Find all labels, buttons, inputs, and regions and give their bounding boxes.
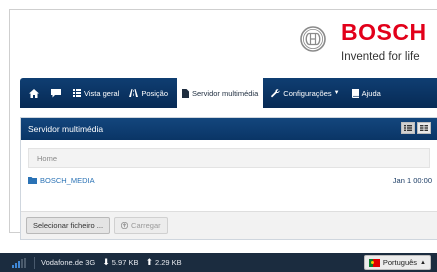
list-view-button[interactable] bbox=[401, 122, 415, 134]
upload-icon bbox=[121, 222, 129, 229]
grid-view-icon bbox=[420, 125, 428, 131]
brand-name: BOSCH bbox=[341, 19, 427, 45]
nav-home[interactable] bbox=[24, 78, 46, 108]
view-toggle bbox=[399, 122, 431, 134]
nav-help-label: Ajuda bbox=[361, 88, 381, 98]
nav-media-server-label: Servidor multimédia bbox=[192, 88, 259, 98]
upload-value: 2.29 KB bbox=[155, 258, 182, 267]
home-icon bbox=[28, 88, 39, 98]
nav-overview-label: Vista geral bbox=[84, 88, 120, 98]
language-label: Português bbox=[382, 258, 418, 267]
upload-button[interactable]: Carregar bbox=[114, 217, 168, 234]
upload-label: Carregar bbox=[131, 221, 161, 230]
upload-stat: ⬆ 2.29 KB bbox=[145, 257, 181, 268]
grid-icon bbox=[73, 89, 81, 97]
panel-footer: Selecionar ficheiro ... Carregar bbox=[21, 211, 437, 239]
nav-help[interactable]: Ajuda bbox=[347, 78, 386, 108]
chevron-down-icon: ▼ bbox=[333, 90, 340, 96]
arrow-down-icon: ⬇ bbox=[102, 257, 110, 267]
grid-view-button[interactable] bbox=[417, 122, 431, 134]
status-bar: Vodafone.de 3G ⬇ 5.97 KB ⬆ 2.29 KB Portu… bbox=[0, 253, 437, 272]
panel-heading: Servidor multimédia bbox=[21, 118, 437, 140]
select-file-button[interactable]: Selecionar ficheiro ... bbox=[26, 217, 111, 234]
network-name-label: Vodafone.de 3G bbox=[41, 258, 96, 267]
brand-tagline: Invented for life bbox=[341, 51, 420, 63]
road-icon bbox=[129, 89, 139, 97]
book-icon bbox=[351, 88, 359, 98]
wrench-icon bbox=[271, 88, 280, 97]
tab-media-server[interactable]: Servidor multimédia bbox=[177, 78, 264, 108]
status-divider bbox=[34, 256, 35, 269]
header: BOSCH Invented for life bbox=[10, 10, 437, 75]
chevron-up-icon: ▲ bbox=[420, 259, 426, 266]
breadcrumb: Home bbox=[28, 148, 430, 168]
nav-settings[interactable]: Configurações ▼ bbox=[266, 78, 344, 108]
panel-title: Servidor multimédia bbox=[28, 124, 104, 134]
download-value: 5.97 KB bbox=[111, 258, 139, 267]
nav-settings-label: Configurações bbox=[283, 88, 332, 98]
main-nav: Vista geral Posição Servidor multimédia … bbox=[20, 78, 437, 108]
chat-icon bbox=[50, 88, 61, 97]
nav-overview[interactable]: Vista geral bbox=[68, 78, 124, 108]
language-select[interactable]: Português ▲ bbox=[363, 255, 431, 270]
signal-strength-icon bbox=[12, 257, 27, 268]
list-view-icon bbox=[404, 125, 412, 131]
folder-icon bbox=[28, 177, 37, 184]
download-stat: ⬇ 5.97 KB bbox=[102, 257, 138, 268]
nav-position[interactable]: Posição bbox=[124, 78, 173, 108]
bosch-logo-icon bbox=[300, 26, 326, 52]
page-frame: BOSCH Invented for life Vista geral Posi… bbox=[9, 9, 437, 240]
nav-position-label: Posição bbox=[141, 88, 168, 98]
file-icon bbox=[182, 88, 189, 98]
folder-date: Jan 1 00:00 bbox=[392, 176, 432, 185]
media-server-panel: Servidor multimédia Home BOSCH_MEDIA Jan… bbox=[20, 117, 437, 240]
arrow-up-icon: ⬆ bbox=[145, 257, 153, 267]
list-item: BOSCH_MEDIA Jan 1 00:00 bbox=[28, 176, 432, 185]
breadcrumb-home[interactable]: Home bbox=[37, 154, 57, 163]
select-file-label: Selecionar ficheiro ... bbox=[33, 221, 104, 230]
folder-link[interactable]: BOSCH_MEDIA bbox=[28, 176, 95, 185]
folder-name: BOSCH_MEDIA bbox=[40, 176, 95, 185]
network-name: Vodafone.de 3G bbox=[41, 258, 95, 267]
portugal-flag-icon bbox=[368, 258, 380, 267]
nav-messages[interactable] bbox=[46, 78, 68, 108]
